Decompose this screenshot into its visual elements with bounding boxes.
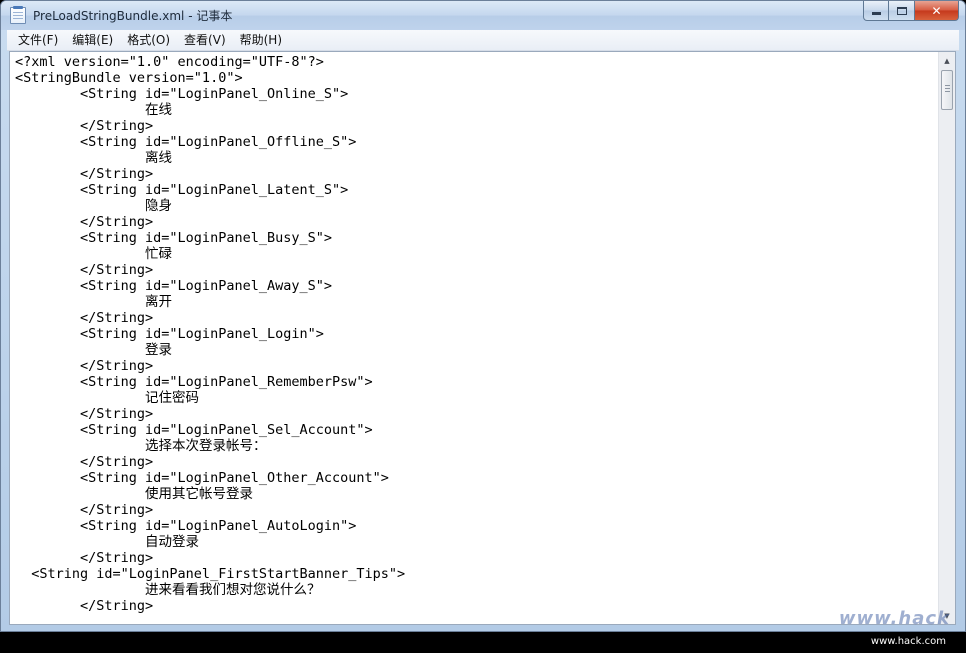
- minimize-icon: [871, 12, 881, 15]
- menu-edit[interactable]: 编辑(E): [65, 31, 120, 50]
- text-line: 登录: [15, 342, 173, 358]
- text-line: <String id="LoginPanel_Online_S">: [15, 86, 349, 102]
- text-line: <String id="LoginPanel_Busy_S">: [15, 230, 332, 246]
- text-line: </String>: [15, 358, 154, 374]
- text-line: </String>: [15, 310, 154, 326]
- caption-buttons: ✕: [863, 1, 959, 21]
- text-line: 自动登录: [15, 534, 200, 550]
- vertical-scrollbar[interactable]: ▲ ▼: [938, 52, 955, 624]
- text-line: <String id="LoginPanel_FirstStartBanner_…: [15, 566, 406, 582]
- close-button[interactable]: ✕: [915, 1, 959, 21]
- notepad-icon: [10, 6, 26, 24]
- text-line: <String id="LoginPanel_Login">: [15, 326, 324, 342]
- text-line: <String id="LoginPanel_Sel_Account">: [15, 422, 373, 438]
- text-line: <String id="LoginPanel_Other_Account">: [15, 470, 389, 486]
- minimize-button[interactable]: [863, 1, 889, 21]
- text-line: <String id="LoginPanel_Away_S">: [15, 278, 332, 294]
- text-line: </String>: [15, 166, 154, 182]
- text-line: <String id="LoginPanel_Offline_S">: [15, 134, 357, 150]
- text-line: <String id="LoginPanel_RememberPsw">: [15, 374, 373, 390]
- close-icon: ✕: [931, 3, 942, 18]
- title-bar[interactable]: PreLoadStringBundle.xml - 记事本 ✕: [1, 1, 965, 30]
- text-line: 使用其它帐号登录: [15, 486, 254, 502]
- scroll-up-arrow-icon[interactable]: ▲: [939, 52, 955, 69]
- text-line: 选择本次登录帐号：: [15, 438, 267, 454]
- text-line: </String>: [15, 550, 154, 566]
- notepad-window: PreLoadStringBundle.xml - 记事本 ✕ 文件(F) 编辑…: [0, 0, 966, 632]
- watermark-text: www.hack: [838, 608, 950, 629]
- menu-bar: 文件(F) 编辑(E) 格式(O) 查看(V) 帮助(H): [7, 30, 959, 51]
- text-line: </String>: [15, 214, 154, 230]
- menu-help[interactable]: 帮助(H): [233, 31, 289, 50]
- text-line: <?xml version="1.0" encoding="UTF-8"?>: [15, 54, 324, 70]
- menu-format[interactable]: 格式(O): [120, 31, 177, 50]
- menu-file[interactable]: 文件(F): [11, 31, 65, 50]
- text-line: 隐身: [15, 198, 173, 214]
- text-line: 离线: [15, 150, 173, 166]
- text-line: </String>: [15, 406, 154, 422]
- menu-view[interactable]: 查看(V): [177, 31, 233, 50]
- text-line: </String>: [15, 262, 154, 278]
- text-editor[interactable]: <?xml version="1.0" encoding="UTF-8"?> <…: [9, 51, 956, 625]
- grip-icon: [945, 85, 950, 94]
- text-line: </String>: [15, 118, 154, 134]
- text-line: 在线: [15, 102, 173, 118]
- window-title: PreLoadStringBundle.xml - 记事本: [33, 9, 233, 23]
- text-line: </String>: [15, 454, 154, 470]
- text-line: <String id="LoginPanel_Latent_S">: [15, 182, 349, 198]
- maximize-button[interactable]: [889, 1, 915, 21]
- scrollbar-thumb[interactable]: [941, 70, 953, 110]
- text-line: </String>: [15, 502, 154, 518]
- watermark-logo: www.hack www.hack.com: [770, 593, 960, 647]
- text-line: 记住密码: [15, 390, 200, 406]
- text-line: <String id="LoginPanel_AutoLogin">: [15, 518, 357, 534]
- text-line: 离开: [15, 294, 173, 310]
- maximize-icon: [896, 6, 907, 15]
- watermark-subtext: www.hack.com: [870, 636, 946, 647]
- text-line: <StringBundle version="1.0">: [15, 70, 243, 86]
- text-line: 忙碌: [15, 246, 173, 262]
- editor-text-area[interactable]: <?xml version="1.0" encoding="UTF-8"?> <…: [10, 52, 939, 624]
